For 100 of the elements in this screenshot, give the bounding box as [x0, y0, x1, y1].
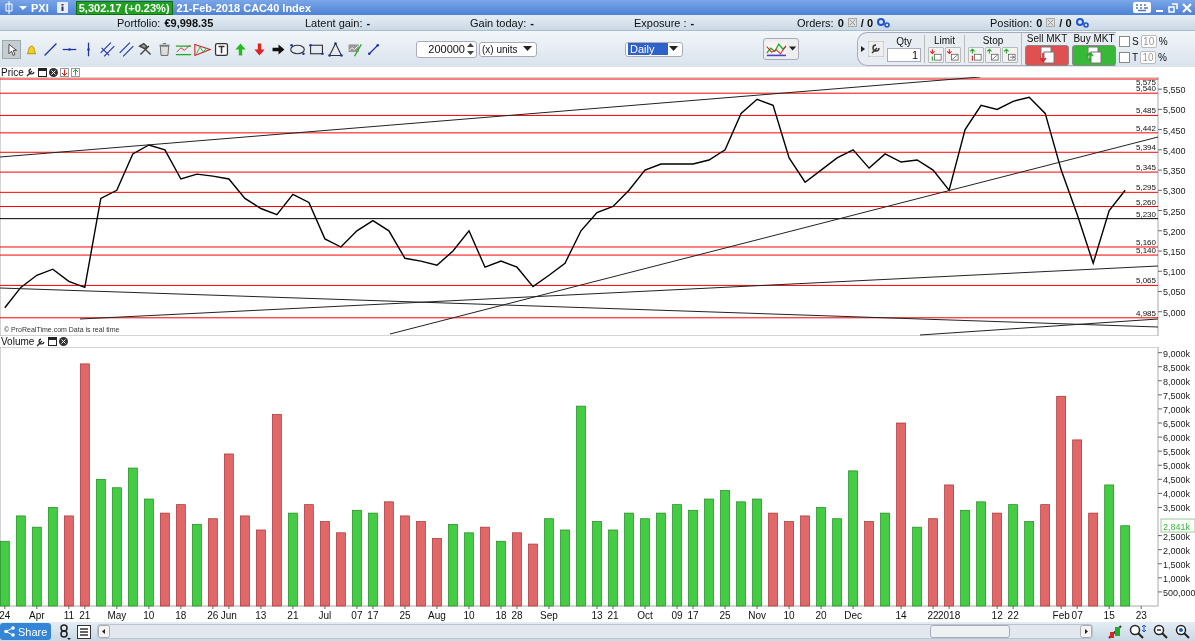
position-total: / 0 [1059, 16, 1072, 29]
date-label: 18 [495, 610, 507, 621]
scroll-thumb[interactable] [930, 625, 1010, 638]
sell-market-button[interactable] [1025, 44, 1069, 66]
level-label: 5,575 [1135, 78, 1156, 87]
chart-type-button[interactable] [763, 38, 799, 60]
axis-label: 5,300 [1163, 186, 1186, 197]
axis-label: 3,500k [1163, 503, 1191, 514]
level-label: 4,985 [1135, 308, 1156, 318]
position-count: 0 [1036, 16, 1043, 29]
date-label: 28 [511, 610, 523, 621]
account-value: - [530, 16, 534, 29]
restore-icon[interactable] [1168, 2, 1178, 13]
level-label: 5,345 [1135, 163, 1156, 173]
zoom-fit-icon[interactable] [1129, 623, 1147, 640]
window-icon[interactable] [48, 337, 58, 346]
down-arrow-icon[interactable] [59, 67, 69, 77]
date-label: 21 [287, 610, 299, 621]
qty-label: Qty [896, 36, 912, 47]
quantity-field[interactable]: 200000 [416, 40, 477, 58]
axis-label: 7,500k [1163, 390, 1191, 401]
orders-count: 0 [837, 16, 844, 29]
axis-label: 1,500k [1163, 559, 1191, 570]
hammer-icon[interactable] [137, 40, 154, 58]
sell-label: Sell MKT [1026, 32, 1068, 44]
wrench-icon[interactable] [36, 336, 47, 347]
percent-field[interactable]: 10 [1140, 34, 1157, 48]
date-label: Oct [637, 610, 653, 621]
close-icon[interactable] [48, 67, 58, 77]
stop-label: Stop [982, 35, 1004, 46]
wrench-icon[interactable] [868, 41, 884, 57]
level-label: 5,230 [1135, 209, 1156, 219]
date-label: Jun [220, 610, 237, 621]
info-icon[interactable] [56, 2, 68, 13]
axis-label: 5,150 [1163, 247, 1186, 257]
units-dropdown[interactable]: (x) units [479, 41, 537, 57]
level-label: 5,260 [1135, 197, 1156, 207]
percent-label: % [1158, 35, 1168, 47]
date-label: 26 [207, 610, 219, 621]
zoom-in-icon[interactable] [1175, 623, 1191, 640]
gears-icon[interactable] [877, 17, 891, 28]
axis-label: 1,000k [1163, 573, 1191, 584]
parallel-lines-icon[interactable] [118, 40, 135, 58]
share-button[interactable]: Share [0, 623, 52, 640]
limit-order-icon[interactable] [928, 47, 944, 63]
axis-label: 500,000 [1163, 587, 1195, 598]
date-label: Sep [540, 610, 558, 621]
current-volume-tag: 2,841k [1160, 518, 1195, 533]
buy-market-button[interactable] [1072, 44, 1116, 66]
wrench-icon[interactable] [25, 67, 36, 77]
expand-arrow-icon[interactable] [861, 46, 865, 52]
date-label: 07 [351, 610, 363, 621]
period-dropdown[interactable]: Daily [625, 41, 683, 57]
date-label: Nov [748, 610, 766, 621]
instrument-title: 21-Feb-2018 CAC40 Index [176, 1, 312, 14]
stop-order-icon[interactable] [968, 47, 984, 63]
gears-icon[interactable] [1075, 17, 1089, 28]
volume-bar [496, 540, 506, 607]
caret-icon [669, 46, 678, 52]
text-tool-icon[interactable] [213, 40, 230, 58]
trash-icon[interactable] [156, 40, 173, 58]
date-label: 07 [1071, 610, 1083, 621]
orders-total: / 0 [860, 16, 874, 29]
option-label: S [1132, 35, 1139, 47]
horizontal-scrollbar[interactable] [97, 624, 1093, 639]
pointer-icon[interactable] [2, 39, 21, 59]
volume-bar [432, 538, 442, 607]
candle-icon[interactable] [3, 1, 15, 14]
close-icon[interactable] [59, 337, 69, 346]
caret-icon[interactable] [19, 4, 27, 11]
option-label: T [1132, 51, 1139, 63]
spinner-icon[interactable] [467, 42, 474, 56]
date-label: 17 [687, 610, 699, 621]
axis-label: 5,100 [1163, 267, 1186, 278]
date-label: 21 [79, 610, 91, 621]
qty-field[interactable]: 1 [887, 48, 921, 62]
orders-label: Orders: [797, 16, 834, 29]
list-icon[interactable] [77, 624, 92, 639]
stop-order-icon[interactable] [985, 47, 1001, 63]
auto-scale-icon[interactable] [1107, 623, 1123, 640]
date-label: Jul [318, 610, 332, 621]
symbol-label[interactable]: PXI [31, 1, 49, 14]
percent-field[interactable]: 10 [1140, 50, 1157, 64]
stop-order-icon[interactable] [1002, 47, 1018, 63]
level-label: 5,485 [1135, 106, 1156, 116]
up-arrow-icon[interactable] [70, 67, 80, 77]
axis-label: 7,000k [1163, 404, 1191, 415]
caret-icon [788, 46, 796, 52]
window-icon[interactable] [37, 67, 47, 77]
channel-tool-icon[interactable] [99, 40, 116, 58]
account-value: - [366, 16, 371, 29]
checkbox[interactable] [1119, 35, 1130, 47]
date-label: Dec [844, 610, 862, 621]
limit-order-icon[interactable] [945, 47, 961, 63]
date-label: 2018 [938, 610, 961, 621]
triangle-tool-icon[interactable] [327, 40, 344, 58]
checkbox[interactable] [1119, 51, 1130, 63]
zoom-out-icon[interactable] [1153, 623, 1169, 640]
keyboard-icon[interactable] [1133, 2, 1151, 13]
axis-label: 5,050 [1163, 287, 1186, 298]
